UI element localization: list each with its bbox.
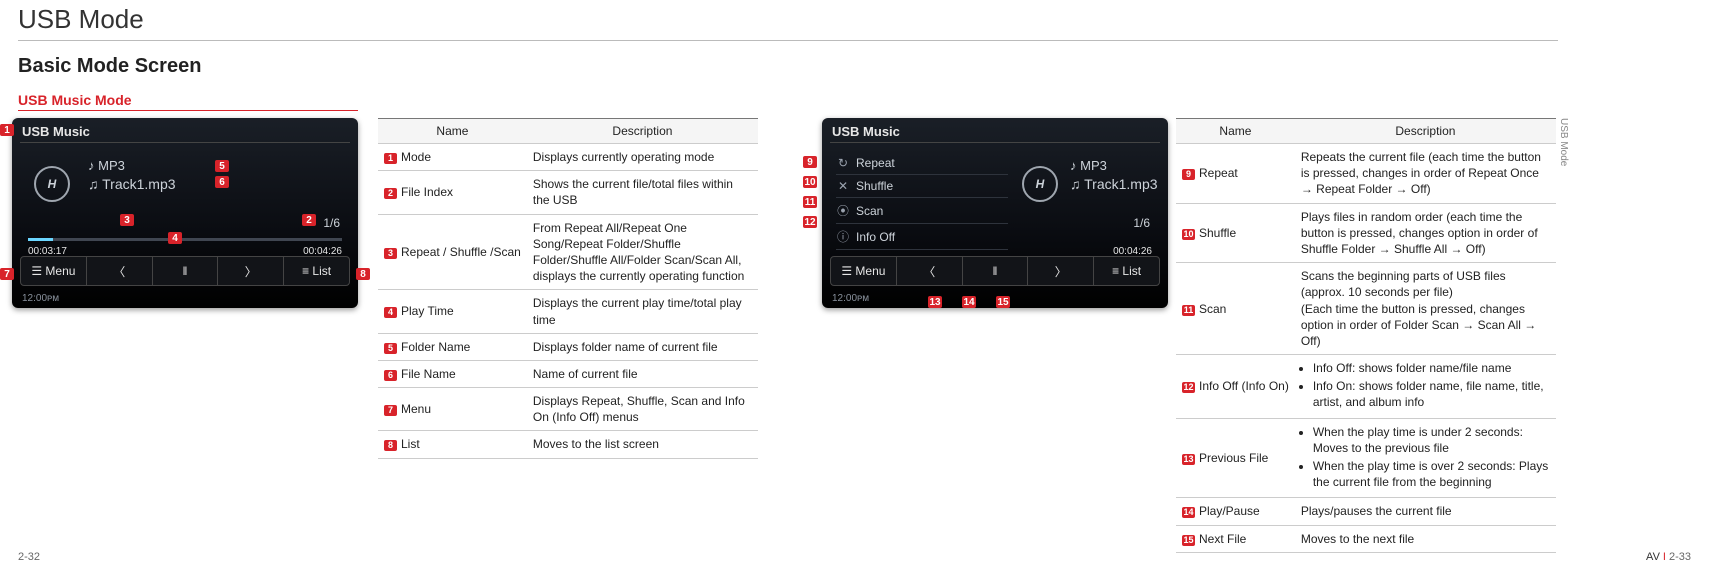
file-name: ♫ Track1.mp3 bbox=[88, 176, 176, 192]
callout-8: 8 bbox=[356, 268, 370, 280]
file-index: 1/6 bbox=[1133, 216, 1150, 230]
col-name: Name bbox=[378, 119, 527, 144]
title-rule bbox=[18, 40, 1558, 41]
progress-bar[interactable] bbox=[28, 238, 342, 241]
callout-3: 3 bbox=[120, 214, 134, 226]
callout-4: 4 bbox=[168, 232, 182, 244]
callout-1: 1 bbox=[0, 124, 14, 136]
next-button[interactable]: 〉 bbox=[1028, 257, 1094, 285]
page-number-left: 2-32 bbox=[18, 551, 40, 563]
callout-14: 14 bbox=[962, 296, 976, 308]
table-row: 4Play TimeDisplays the current play time… bbox=[378, 290, 758, 333]
mode-rule bbox=[18, 110, 358, 111]
clock: 12:00ᴘᴍ bbox=[832, 293, 869, 304]
table-row: 15Next FileMoves to the next file bbox=[1176, 525, 1556, 552]
screen-title: USB Music bbox=[832, 124, 900, 139]
table-row: 3Repeat / Shuffle /ScanFrom Repeat All/R… bbox=[378, 214, 758, 290]
col-desc: Description bbox=[527, 119, 758, 144]
divider bbox=[20, 142, 350, 143]
menu-button[interactable]: ☰ Menu bbox=[831, 257, 897, 285]
table-row: 8ListMoves to the list screen bbox=[378, 431, 758, 458]
callout-7: 7 bbox=[0, 268, 14, 280]
play-pause-button[interactable]: ‖ bbox=[963, 257, 1029, 285]
popup-menu: ↻Repeat ✕Shuffle ⦿Scan ⓘInfo Off bbox=[836, 152, 1008, 250]
table-row: 6File NameName of current file bbox=[378, 360, 758, 387]
callout-10: 10 bbox=[803, 176, 817, 188]
callout-6: 6 bbox=[215, 176, 229, 188]
page-number-right: AVI2-33 bbox=[1646, 551, 1691, 563]
menu-scan[interactable]: ⦿Scan bbox=[836, 198, 1008, 224]
divider bbox=[830, 142, 1160, 143]
side-tab-label: USB Mode bbox=[1558, 118, 1569, 166]
table-row: 2File IndexShows the current file/total … bbox=[378, 171, 758, 214]
callout-12: 12 bbox=[803, 216, 817, 228]
section-heading: Basic Mode Screen bbox=[18, 55, 201, 78]
callout-11: 11 bbox=[803, 196, 817, 208]
table-row: 5Folder NameDisplays folder name of curr… bbox=[378, 333, 758, 360]
table-row: 10ShufflePlays files in random order (ea… bbox=[1176, 203, 1556, 263]
prev-button[interactable]: 〈 bbox=[87, 257, 153, 285]
table-row: 9RepeatRepeats the current file (each ti… bbox=[1176, 144, 1556, 204]
table-row: 13Previous FileWhen the play time is und… bbox=[1176, 418, 1556, 498]
folder-name: ♪ MP3 bbox=[1070, 158, 1107, 173]
clock: 12:00ᴘᴍ bbox=[22, 293, 59, 304]
play-pause-button[interactable]: ‖ bbox=[153, 257, 219, 285]
list-button[interactable]: ≡ List bbox=[284, 257, 349, 285]
table-row: 7MenuDisplays Repeat, Shuffle, Scan and … bbox=[378, 388, 758, 431]
callout-13: 13 bbox=[928, 296, 942, 308]
usb-screen-a: USB Music H ♪ MP3 ♫ Track1.mp3 1/6 00:03… bbox=[12, 118, 358, 308]
brand-logo: H bbox=[34, 166, 70, 202]
menu-shuffle[interactable]: ✕Shuffle bbox=[836, 175, 1008, 198]
mode-label: USB Music Mode bbox=[18, 92, 132, 108]
list-button[interactable]: ≡ List bbox=[1094, 257, 1159, 285]
legend-table-a: Name Description 1ModeDisplays currently… bbox=[378, 118, 758, 459]
menu-repeat[interactable]: ↻Repeat bbox=[836, 152, 1008, 175]
col-desc: Description bbox=[1295, 119, 1556, 144]
brand-logo: H bbox=[1022, 166, 1058, 202]
file-index: 1/6 bbox=[323, 216, 340, 230]
table-row: 11ScanScans the beginning parts of USB f… bbox=[1176, 263, 1556, 355]
page-title: USB Mode bbox=[18, 4, 144, 35]
menu-button[interactable]: ☰ Menu bbox=[21, 257, 87, 285]
table-row: 12Info Off (Info On)Info Off: shows fold… bbox=[1176, 355, 1556, 419]
screen-title: USB Music bbox=[22, 124, 90, 139]
file-name: ♫ Track1.mp3 bbox=[1070, 176, 1158, 192]
col-name: Name bbox=[1176, 119, 1295, 144]
callout-5: 5 bbox=[215, 160, 229, 172]
usb-screen-b: USB Music H ♪ MP3 ♫ Track1.mp3 1/6 ↻Repe… bbox=[822, 118, 1168, 308]
callout-2: 2 bbox=[302, 214, 316, 226]
table-row: 1ModeDisplays currently operating mode bbox=[378, 144, 758, 171]
table-row: 14Play/PausePlays/pauses the current fil… bbox=[1176, 498, 1556, 525]
callout-15: 15 bbox=[996, 296, 1010, 308]
callout-9: 9 bbox=[803, 156, 817, 168]
menu-info[interactable]: ⓘInfo Off bbox=[836, 224, 1008, 250]
prev-button[interactable]: 〈 bbox=[897, 257, 963, 285]
next-button[interactable]: 〉 bbox=[218, 257, 284, 285]
legend-table-b: Name Description 9RepeatRepeats the curr… bbox=[1176, 118, 1556, 553]
folder-name: ♪ MP3 bbox=[88, 158, 125, 173]
